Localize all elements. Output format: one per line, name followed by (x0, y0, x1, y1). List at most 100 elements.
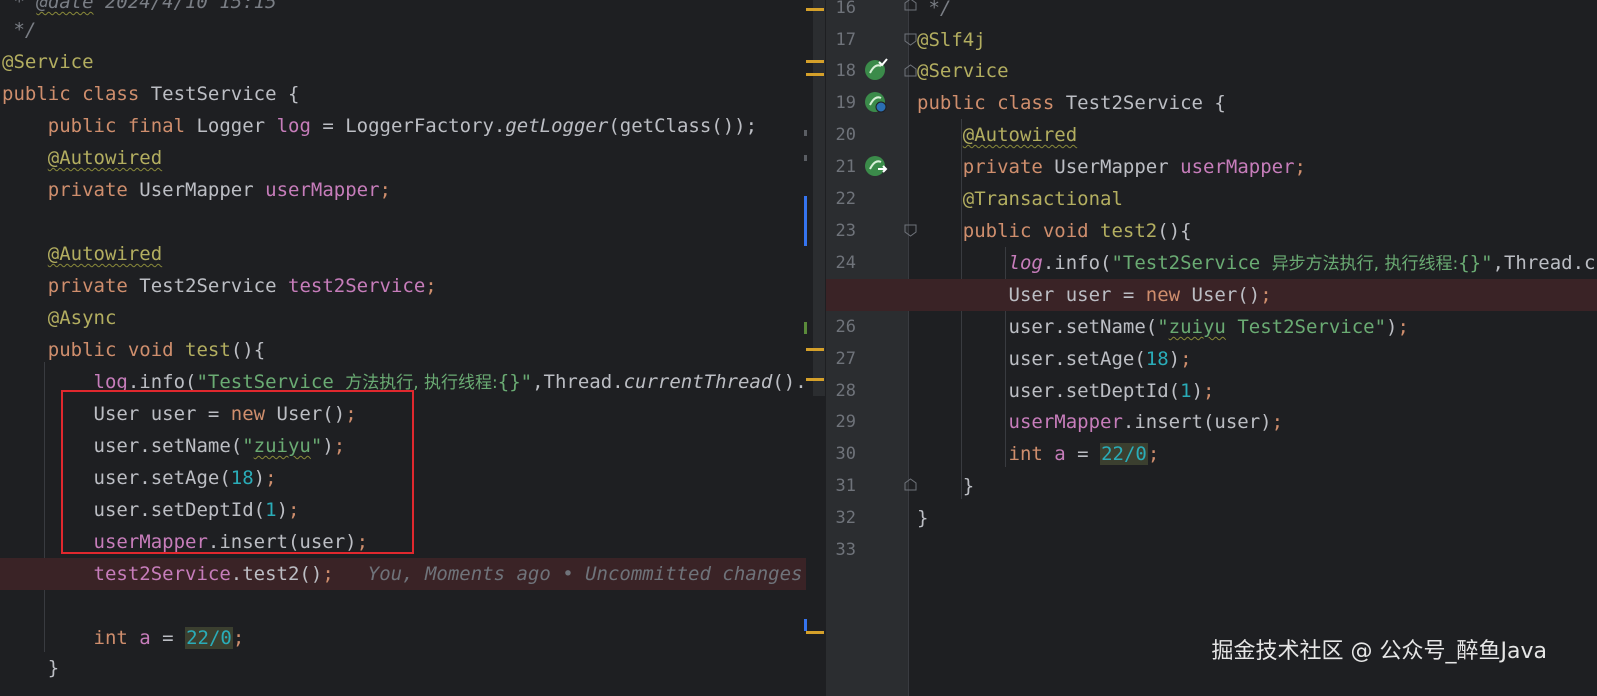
code-token: private (2, 275, 140, 297)
code-line[interactable]: int a = 22/0; (0, 622, 826, 654)
code-token: UserMapper (1054, 156, 1181, 178)
code-token: ; (425, 275, 437, 297)
change-marker[interactable] (806, 348, 824, 351)
code-token: 1 (1180, 380, 1192, 402)
code-token: ; (1147, 443, 1160, 465)
change-marker[interactable] (806, 73, 824, 76)
change-marker[interactable] (806, 8, 824, 11)
code-token: .info( (1042, 252, 1112, 274)
code-line[interactable]: */ (0, 14, 826, 46)
scroll-marker (804, 619, 807, 631)
code-token: 异步方法执行, 执行线程: (1271, 254, 1459, 274)
code-line[interactable]: user.setName("zuiyu Test2Service"); (826, 311, 1597, 343)
code-token: @Service (2, 51, 94, 73)
code-token: ; (322, 563, 334, 585)
line-number[interactable]: 33 (826, 534, 856, 566)
code-token: Logger (196, 115, 277, 137)
code-token: test (185, 339, 231, 361)
code-line[interactable]: public void test(){ (0, 334, 826, 366)
code-token: test2 (1100, 220, 1158, 242)
code-line[interactable]: @Service (0, 46, 826, 78)
highlight-box (61, 390, 414, 554)
code-token: @Autowired (962, 124, 1078, 146)
code-token: int (93, 627, 140, 649)
code-token: ; (1397, 316, 1409, 338)
code-token: public (917, 92, 998, 114)
code-line[interactable]: @Autowired (0, 238, 826, 270)
code-token: a (1054, 443, 1066, 465)
code-token: @Service (917, 60, 1009, 82)
code-token: User() (1191, 284, 1261, 306)
right-editor-pane[interactable]: 161718192021222324252627282930313233 */@… (826, 0, 1597, 696)
code-token: = (150, 627, 186, 649)
code-line[interactable]: @Service (826, 55, 1597, 87)
change-marker[interactable] (806, 631, 824, 634)
code-token: {}" (1458, 252, 1493, 274)
code-token: new (1145, 284, 1192, 306)
code-token: */ (917, 0, 952, 19)
code-line[interactable]: @Async (0, 302, 826, 334)
code-token: ,Thread. (532, 371, 624, 393)
code-token: 22/0 (1100, 443, 1148, 465)
code-line[interactable]: public final Logger log = LoggerFactory.… (0, 110, 826, 142)
code-line[interactable]: } (826, 470, 1597, 502)
code-token: 2024/4/10 15:15 (93, 0, 277, 13)
code-token: void (127, 339, 186, 361)
code-line[interactable]: log.info("Test2Service 异步方法执行, 执行线程:{}",… (826, 247, 1597, 279)
code-line[interactable]: User user = new User(); (826, 279, 1597, 311)
code-token: test2Service (288, 275, 426, 297)
code-line[interactable]: user.setDeptId(1); (826, 375, 1597, 407)
code-token: Test2Service (139, 275, 288, 297)
code-line[interactable]: public class Test2Service { (826, 87, 1597, 119)
code-line[interactable]: @Slf4j (826, 24, 1597, 56)
code-line[interactable]: @Autowired (0, 142, 826, 174)
code-token: ; (1260, 284, 1272, 306)
code-line[interactable]: } (0, 652, 826, 684)
left-editor-pane[interactable]: * @date 2024/4/10 15:15 */ @Service public… (0, 0, 826, 696)
code-token: public (2, 339, 128, 361)
code-line[interactable]: @Transactional (826, 183, 1597, 215)
code-token: } (917, 475, 975, 497)
code-line[interactable]: userMapper.insert(user); (826, 406, 1597, 438)
code-token: @Transactional (917, 188, 1123, 210)
code-line[interactable]: } (826, 502, 1597, 534)
code-token: ; (1180, 348, 1192, 370)
code-token: You, Moments ago • Uncommitted changes (367, 563, 803, 585)
code-line[interactable]: int a = 22/0; (826, 438, 1597, 470)
code-token: void (1042, 220, 1101, 242)
code-token: test2Service (93, 563, 231, 585)
code-token: ; (232, 627, 245, 649)
code-line[interactable]: private UserMapper userMapper; (0, 174, 826, 206)
code-line[interactable]: test2Service.test2(); You, Moments ago • … (0, 558, 826, 590)
code-token: 18 (1145, 348, 1169, 370)
code-token: Test2Service" (1225, 316, 1387, 338)
code-line[interactable]: public void test2(){ (826, 215, 1597, 247)
code-line[interactable]: @Autowired (826, 119, 1597, 151)
code-token: ; (1203, 380, 1215, 402)
code-token: @Autowired (47, 147, 163, 169)
code-token: 22/0 (185, 627, 233, 649)
code-line[interactable]: user.setAge(18); (826, 343, 1597, 375)
code-token: zuiyu (1168, 316, 1226, 338)
code-line[interactable]: private UserMapper userMapper; (826, 151, 1597, 183)
code-token: = (1065, 443, 1101, 465)
code-line[interactable]: private Test2Service test2Service; (0, 270, 826, 302)
code-token: {}" (497, 371, 533, 393)
code-token: public (917, 220, 1043, 242)
code-token: " (1157, 316, 1169, 338)
change-marker[interactable] (806, 60, 824, 63)
code-token: @Slf4j (917, 29, 986, 51)
code-line[interactable]: */ (826, 0, 1597, 24)
code-token: .insert(user) (1122, 411, 1272, 433)
code-token: getLogger (505, 115, 609, 137)
code-line[interactable]: public class TestService { (0, 78, 826, 110)
code-token: log (276, 115, 311, 137)
watermark: 掘金技术社区 @ 公众号_醉鱼Java (1211, 639, 1547, 664)
change-marker[interactable] (806, 378, 824, 381)
code-token: "Test2Service (1111, 252, 1272, 274)
code-token: Test2Service { (1065, 92, 1226, 114)
code-token: @Async (2, 307, 117, 329)
